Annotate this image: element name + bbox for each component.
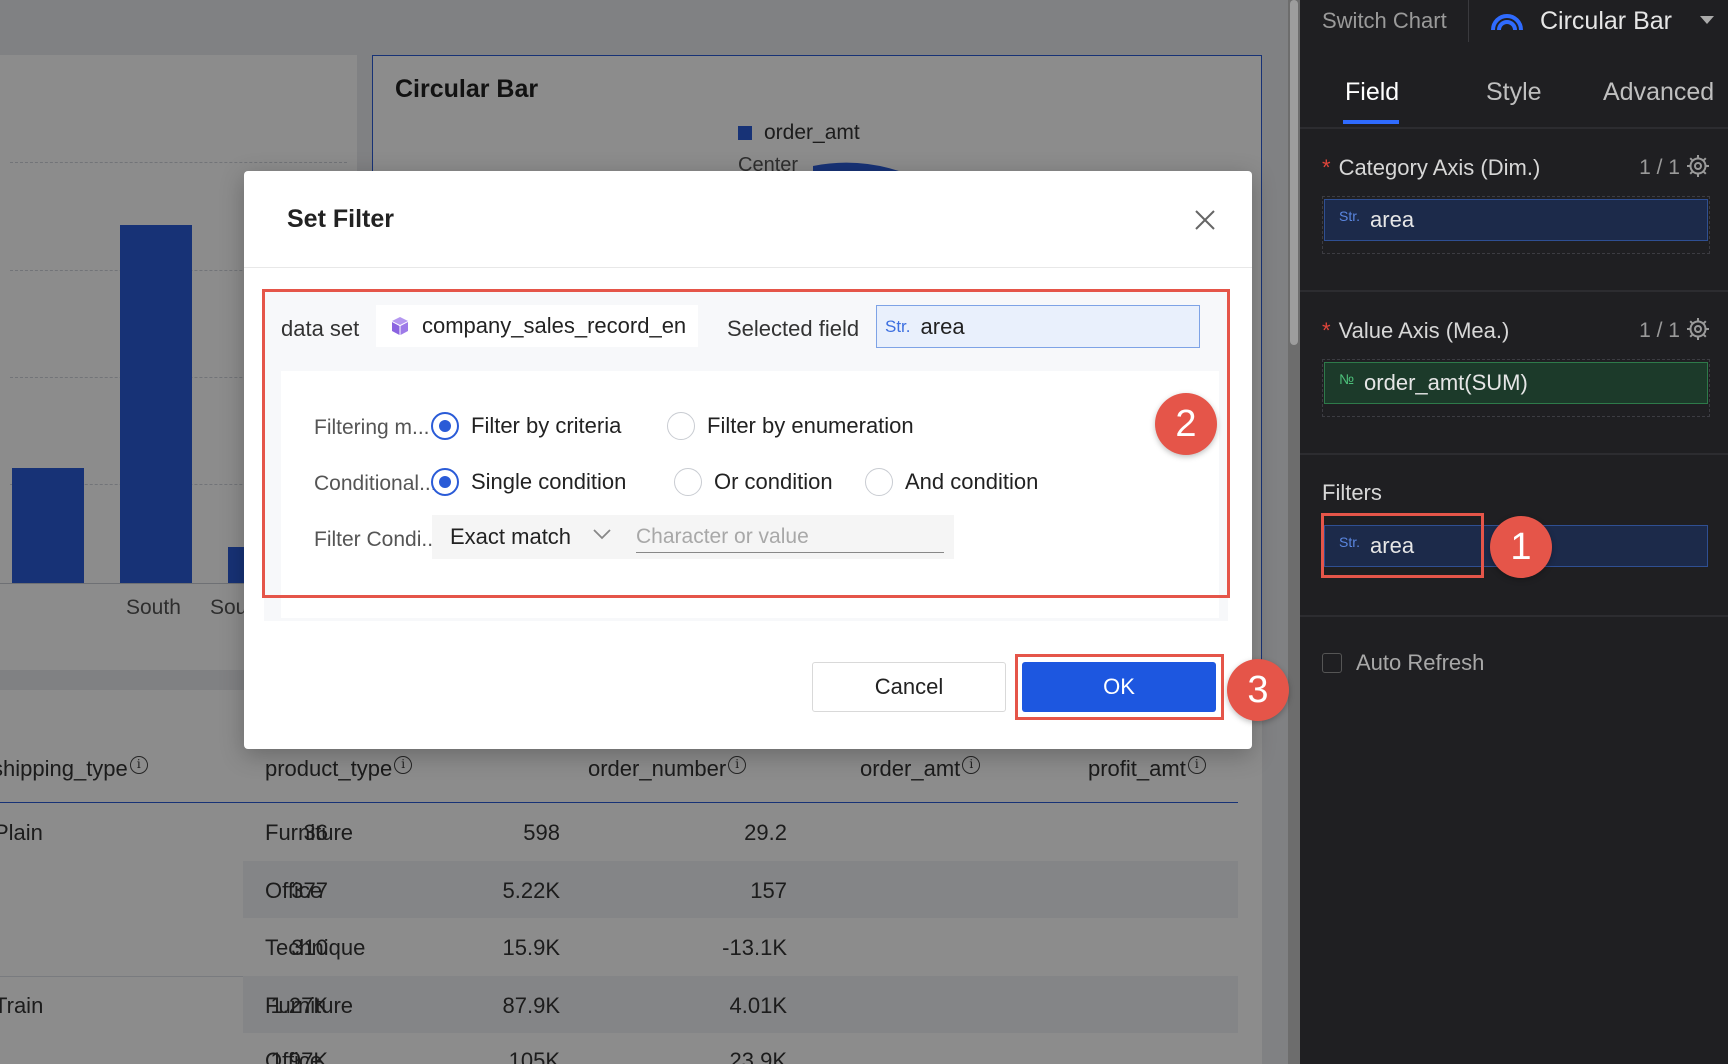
filter-form: Filtering m... Filter by criteria Filter… — [281, 371, 1219, 618]
radio-selected-icon[interactable] — [431, 468, 459, 496]
auto-refresh-checkbox[interactable] — [1322, 653, 1342, 673]
ok-button[interactable]: OK — [1022, 662, 1216, 712]
gear-icon[interactable] — [1686, 154, 1710, 178]
match-type-select[interactable]: Exact match — [432, 515, 632, 559]
chart-type-value: Circular Bar — [1540, 6, 1672, 35]
caret-down-icon — [1700, 16, 1714, 24]
condition-value-input[interactable] — [636, 521, 944, 553]
radio-and-condition[interactable]: And condition — [865, 468, 1038, 496]
chevron-down-icon — [593, 529, 611, 540]
selected-field-name: area — [920, 313, 965, 339]
dataset-cube-icon — [392, 317, 408, 335]
match-type-value: Exact match — [450, 524, 572, 549]
divider — [244, 267, 1252, 268]
divider — [1300, 453, 1728, 455]
annotation-highlight-box — [1321, 513, 1484, 578]
filters-label: Filters — [1322, 480, 1382, 505]
value-axis-field-chip[interactable]: № order_amt(SUM) — [1324, 362, 1708, 404]
dataset-name: company_sales_record_en — [422, 313, 687, 338]
callout-badge-3: 3 — [1227, 659, 1289, 721]
value-axis-count: 1 / 1 — [1639, 319, 1680, 342]
radio-unselected-icon[interactable] — [667, 412, 695, 440]
switch-chart-label: Switch Chart — [1322, 8, 1447, 33]
dataset-label: data set — [281, 316, 360, 341]
gear-icon[interactable] — [1686, 317, 1710, 341]
radio-filter-by-enumeration[interactable]: Filter by enumeration — [667, 412, 914, 440]
scrollbar-thumb[interactable] — [1290, 0, 1298, 345]
conditional-label: Conditional... — [314, 472, 437, 495]
dataset-value: company_sales_record_en — [376, 305, 698, 347]
tab-field[interactable]: Field — [1345, 78, 1399, 107]
required-mark: * — [1322, 318, 1331, 343]
divider — [1300, 127, 1728, 129]
value-axis-label: * Value Axis (Mea.) — [1322, 318, 1510, 343]
selected-field-label: Selected field — [727, 316, 860, 341]
required-mark: * — [1322, 155, 1331, 180]
circular-bar-icon — [1491, 14, 1523, 31]
string-type-icon: Str. — [1339, 208, 1361, 224]
selected-field-value: Str. area — [876, 305, 1200, 348]
auto-refresh-label: Auto Refresh — [1356, 650, 1485, 675]
radio-unselected-icon[interactable] — [674, 468, 702, 496]
radio-unselected-icon[interactable] — [865, 468, 893, 496]
category-axis-count: 1 / 1 — [1639, 156, 1680, 179]
close-icon[interactable] — [1194, 209, 1216, 231]
callout-badge-2: 2 — [1155, 393, 1217, 455]
category-axis-label: * Category Axis (Dim.) — [1322, 155, 1541, 180]
cancel-button[interactable]: Cancel — [812, 662, 1006, 712]
callout-badge-1: 1 — [1490, 516, 1552, 578]
filter-condition-label: Filter Condi... — [314, 528, 439, 551]
category-axis-field-chip[interactable]: Str. area — [1324, 199, 1708, 241]
condition-value-field — [632, 515, 954, 559]
radio-filter-by-criteria[interactable]: Filter by criteria — [431, 412, 621, 440]
field-name: area — [1370, 207, 1415, 232]
field-name: order_amt(SUM) — [1364, 370, 1528, 395]
dialog-title: Set Filter — [287, 205, 394, 233]
canvas-scrollbar[interactable] — [1288, 0, 1300, 1064]
chart-type-select[interactable]: Circular Bar — [1470, 0, 1728, 42]
set-filter-dialog: Set Filter data set company_sales_record… — [244, 171, 1252, 749]
filtering-mode-label: Filtering m... — [314, 416, 430, 439]
tab-advanced[interactable]: Advanced — [1603, 78, 1714, 107]
number-type-icon: № — [1339, 371, 1355, 387]
radio-selected-icon[interactable] — [431, 412, 459, 440]
divider — [1300, 290, 1728, 292]
string-type-icon: Str. — [885, 316, 911, 336]
radio-or-condition[interactable]: Or condition — [674, 468, 833, 496]
radio-single-condition[interactable]: Single condition — [431, 468, 626, 496]
divider — [1468, 0, 1469, 42]
divider — [1300, 615, 1728, 617]
tab-style[interactable]: Style — [1486, 78, 1542, 107]
auto-refresh-toggle[interactable]: Auto Refresh — [1322, 650, 1484, 676]
active-tab-indicator — [1343, 120, 1399, 124]
